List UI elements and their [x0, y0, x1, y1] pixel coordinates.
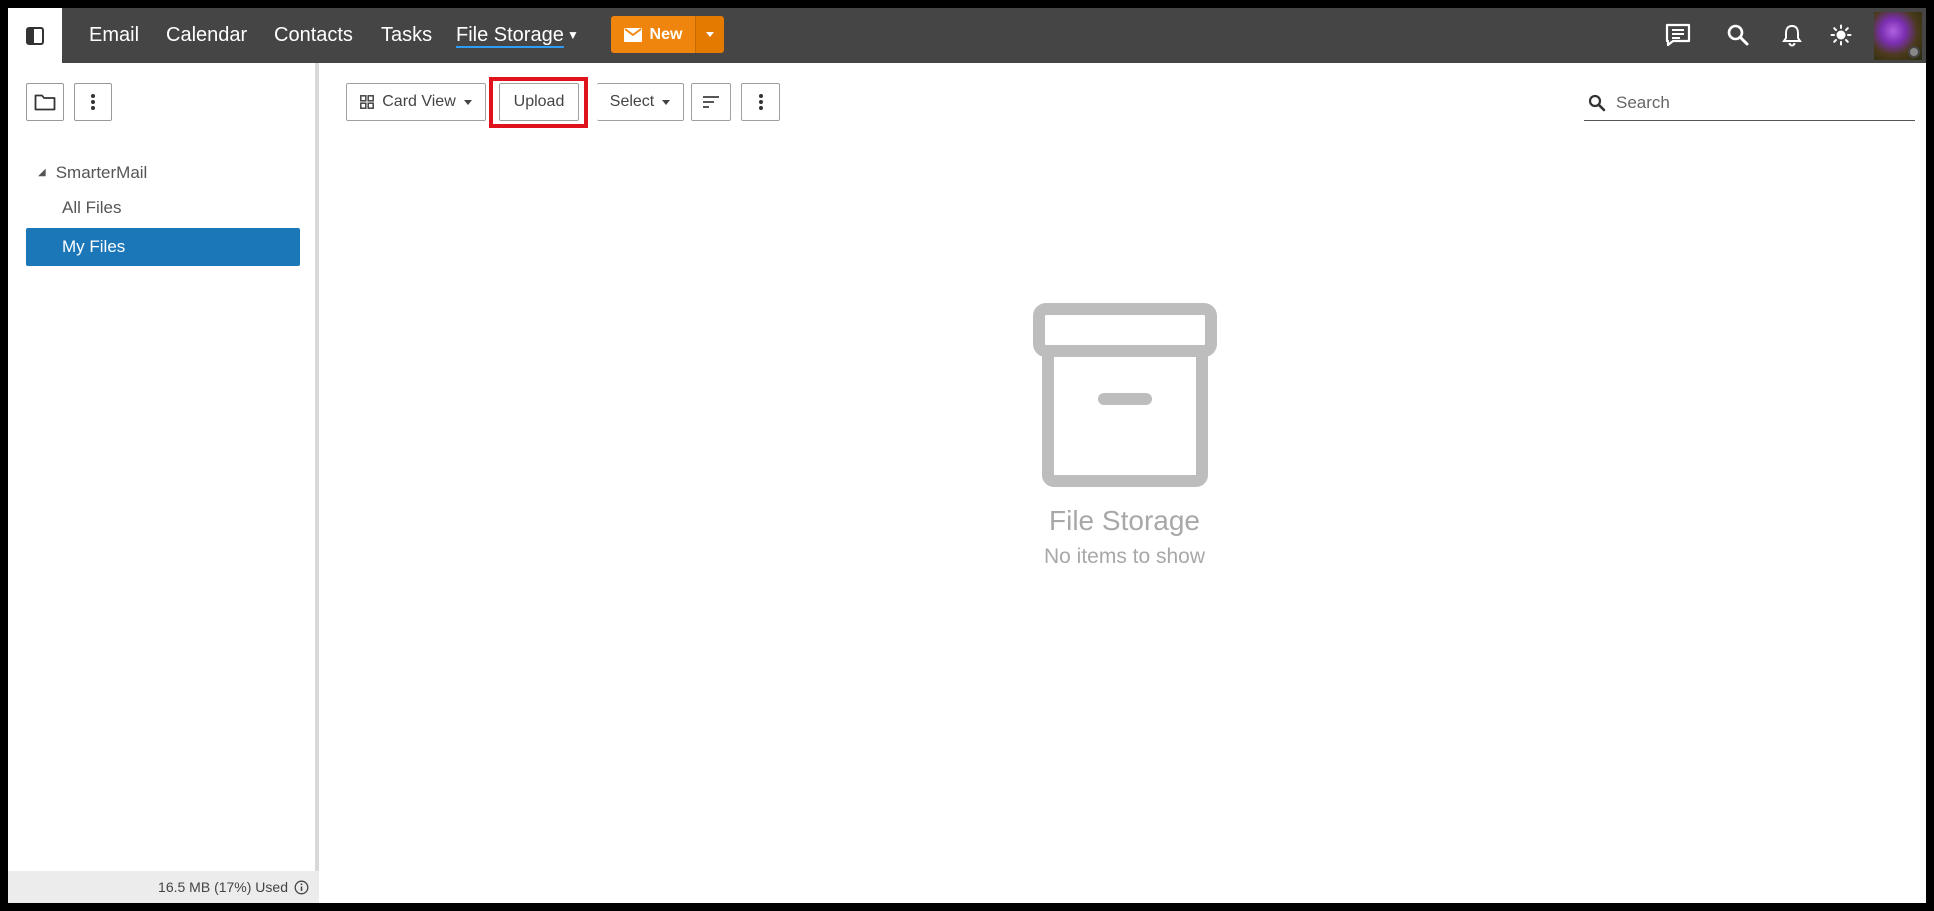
nav-contacts[interactable]: Contacts [274, 8, 353, 63]
nav-file-storage[interactable]: File Storage [456, 8, 564, 63]
sidebar-item-my-files[interactable]: My Files [26, 228, 300, 266]
view-dropdown-label: Card View [382, 93, 456, 110]
empty-state-subtitle: No items to show [1043, 545, 1206, 568]
upload-button[interactable]: Upload [499, 83, 579, 121]
grid-icon [360, 95, 375, 109]
info-icon[interactable] [294, 880, 309, 895]
empty-state: File Storage No items to show [323, 303, 1926, 569]
app-window: Email Calendar Contacts Tasks File Stora… [8, 8, 1926, 903]
folder-icon [34, 94, 56, 111]
search-icon [1588, 94, 1606, 111]
chat-icon [1665, 23, 1691, 47]
chat-button[interactable] [1662, 19, 1694, 51]
sidebar: ◢ SmarterMail All Files My Files 16.5 MB… [8, 63, 319, 903]
tree-root-label: SmarterMail [55, 163, 148, 182]
sort-button[interactable] [691, 83, 731, 121]
storage-usage: 16.5 MB (17%) Used [8, 871, 319, 903]
notifications-button[interactable] [1776, 19, 1808, 51]
nav-calendar[interactable]: Calendar [166, 8, 247, 63]
empty-state-title: File Storage [1049, 505, 1200, 536]
sun-icon [1830, 24, 1852, 46]
new-button[interactable]: New [611, 16, 695, 53]
select-dropdown-button[interactable]: Select [597, 83, 684, 121]
search-icon [1727, 24, 1749, 46]
nav-email[interactable]: Email [89, 8, 139, 63]
chevron-down-icon [706, 32, 714, 37]
view-dropdown-button[interactable]: Card View [346, 83, 486, 121]
mail-icon [623, 27, 642, 42]
nav-tasks[interactable]: Tasks [381, 8, 432, 63]
new-folder-button[interactable] [26, 83, 64, 121]
main-content: Card View Upload Select Search File Stor… [323, 63, 1926, 903]
chevron-down-icon [662, 99, 671, 105]
toolbar-more-button[interactable] [741, 83, 780, 121]
search-button[interactable] [1722, 19, 1754, 51]
storage-usage-text: 16.5 MB (17%) Used [158, 879, 288, 895]
new-button-label: New [649, 25, 683, 43]
chevron-down-icon[interactable]: ▼ [567, 8, 579, 63]
search-box [1584, 85, 1915, 121]
chevron-down-icon [463, 99, 472, 105]
sidebar-item-all-files[interactable]: All Files [26, 189, 300, 227]
new-dropdown-button[interactable] [695, 16, 724, 53]
sidebar-more-button[interactable] [74, 83, 112, 121]
bell-icon [1782, 24, 1802, 47]
sort-icon [703, 96, 719, 108]
avatar[interactable] [1874, 12, 1922, 60]
search-input[interactable] [1616, 92, 1906, 113]
select-dropdown-label: Select [609, 93, 655, 110]
collapse-triangle-icon[interactable]: ◢ [38, 158, 46, 188]
kebab-icon [91, 94, 95, 110]
sidebar-toggle-icon [26, 26, 44, 45]
sidebar-toggle-button[interactable] [8, 8, 62, 63]
theme-toggle-button[interactable] [1825, 19, 1857, 51]
kebab-icon [758, 94, 763, 110]
top-nav-bar: Email Calendar Contacts Tasks File Stora… [8, 8, 1926, 63]
archive-box-icon [1032, 303, 1217, 487]
presence-status-dot [1908, 46, 1920, 58]
tree-root-smartermail[interactable]: ◢ SmarterMail [38, 158, 147, 188]
